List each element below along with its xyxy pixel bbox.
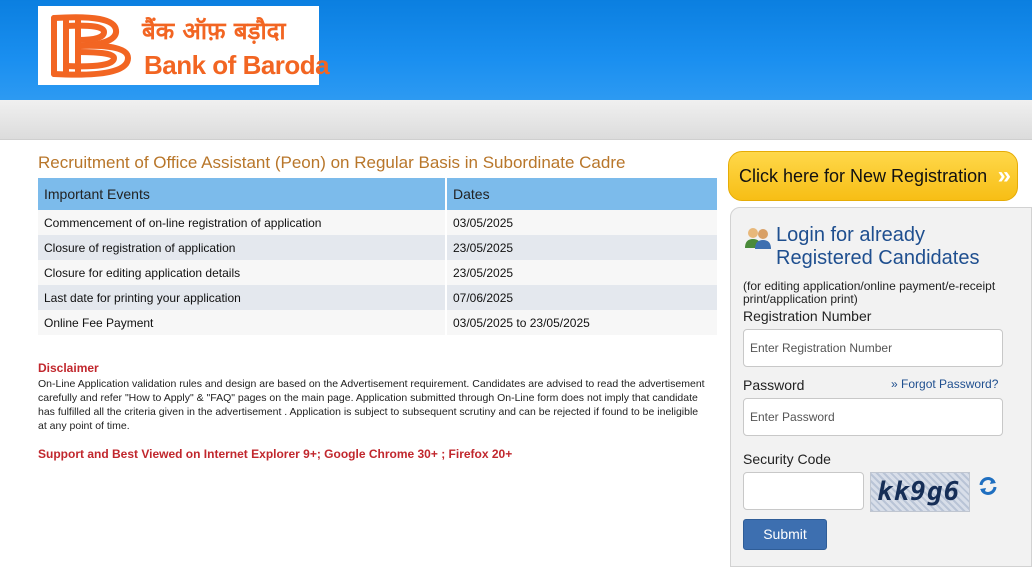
nav-bar <box>0 100 1032 140</box>
password-input[interactable] <box>743 398 1003 436</box>
event-cell: Last date for printing your application <box>38 285 447 310</box>
important-events-table: Important Events Dates Commencement of o… <box>38 178 719 335</box>
bob-logo-icon <box>51 14 132 78</box>
date-cell: 07/06/2025 <box>446 285 719 310</box>
login-panel: Login for already Registered Candidates … <box>730 207 1032 567</box>
browser-support-note: Support and Best Viewed on Internet Expl… <box>38 447 513 461</box>
event-cell: Closure of registration of application <box>38 235 447 260</box>
refresh-captcha-icon[interactable] <box>977 475 999 497</box>
double-chevron-right-icon: » <box>891 377 898 391</box>
disclaimer-text: On-Line Application validation rules and… <box>38 378 705 432</box>
bank-logo[interactable]: बैंक ऑफ़ बड़ौदा Bank of Baroda <box>38 6 330 85</box>
date-cell: 23/05/2025 <box>446 235 719 260</box>
captcha-image: kk9g6 <box>870 472 970 512</box>
new-registration-label: Click here for New Registration <box>739 166 988 186</box>
event-cell: Closure for editing application details <box>38 260 447 285</box>
table-row: Closure for editing application details … <box>38 260 719 285</box>
brand-hindi-name: बैंक ऑफ़ बड़ौदा <box>142 17 286 45</box>
table-row: Commencement of on-line registration of … <box>38 210 719 235</box>
date-cell: 03/05/2025 <box>446 210 719 235</box>
page-title: Recruitment of Office Assistant (Peon) o… <box>38 153 626 172</box>
login-title: Login for already Registered Candidates <box>776 224 980 269</box>
table-row: Closure of registration of application 2… <box>38 235 719 260</box>
column-header-dates: Dates <box>446 178 719 210</box>
login-note: (for editing application/online payment/… <box>743 279 996 306</box>
date-cell: 23/05/2025 <box>446 260 719 285</box>
site-header: बैंक ऑफ़ बड़ौदा Bank of Baroda <box>0 0 1032 100</box>
submit-button[interactable]: Submit <box>743 519 827 550</box>
security-code-label: Security Code <box>743 451 831 467</box>
column-header-events: Important Events <box>38 178 447 210</box>
forgot-password-label: Forgot Password? <box>901 377 999 391</box>
captcha-text: kk9g6 <box>877 477 961 507</box>
registration-number-input[interactable] <box>743 329 1003 367</box>
double-chevron-right-icon: » <box>997 162 1011 189</box>
users-icon <box>745 228 771 249</box>
forgot-password-link[interactable]: » Forgot Password? <box>891 377 998 391</box>
event-cell: Online Fee Payment <box>38 310 447 335</box>
date-cell: 03/05/2025 to 23/05/2025 <box>446 310 719 335</box>
table-row: Online Fee Payment 03/05/2025 to 23/05/2… <box>38 310 719 335</box>
disclaimer-title: Disclaimer <box>38 361 99 375</box>
new-registration-button[interactable]: Click here for New Registration » <box>728 151 1018 201</box>
table-row: Last date for printing your application … <box>38 285 719 310</box>
password-label: Password <box>743 377 805 393</box>
brand-english-name: Bank of Baroda <box>144 50 330 80</box>
registration-number-label: Registration Number <box>743 308 872 324</box>
table-header-row: Important Events Dates <box>38 178 719 210</box>
security-code-input[interactable] <box>743 472 864 510</box>
event-cell: Commencement of on-line registration of … <box>38 210 447 235</box>
